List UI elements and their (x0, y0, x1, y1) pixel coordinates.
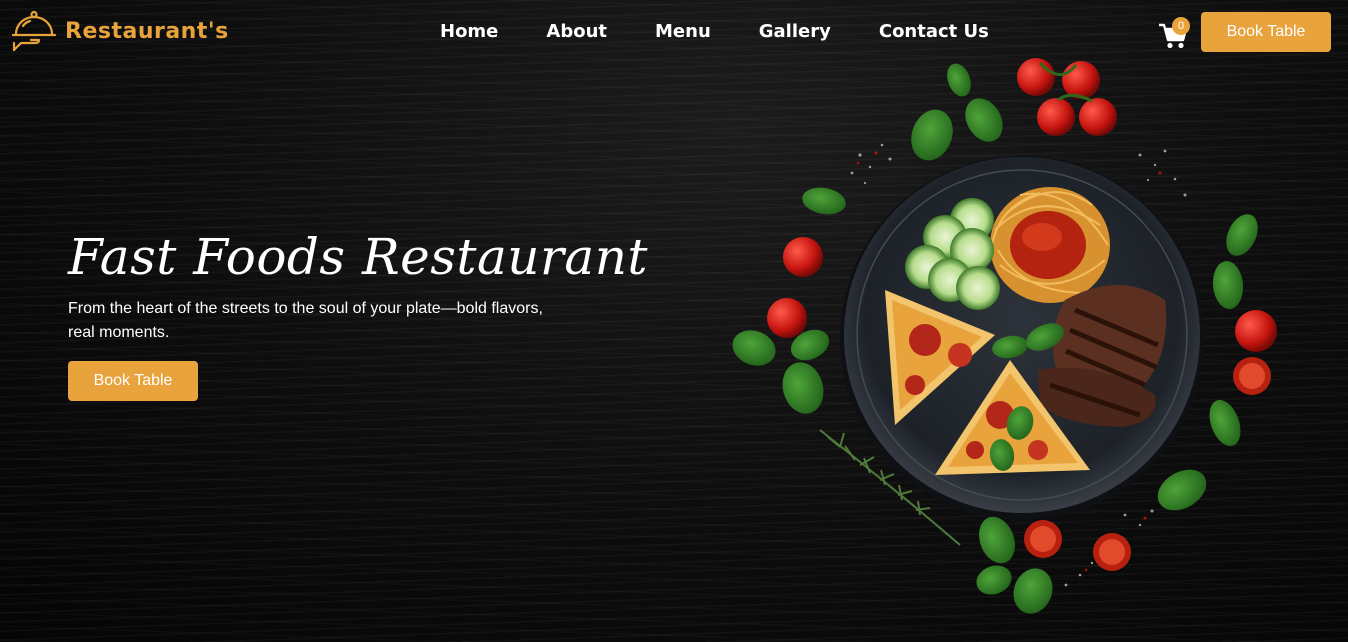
nav-link-menu[interactable]: Menu (655, 21, 711, 42)
main-nav: Home About Menu Gallery Contact Us (440, 21, 989, 42)
hero-subtitle: From the heart of the streets to the sou… (68, 300, 543, 341)
hero-title: Fast Foods Restaurant (68, 228, 648, 286)
nav-link-gallery[interactable]: Gallery (759, 21, 831, 42)
food-plate-image (732, 58, 1277, 614)
serving-cloche-icon (11, 10, 57, 52)
nav-link-about[interactable]: About (546, 21, 607, 42)
book-table-button[interactable]: Book Table (1201, 12, 1331, 52)
nav-link-home[interactable]: Home (440, 21, 498, 42)
brand-name: Restaurant's (65, 18, 229, 44)
hero-book-table-button[interactable]: Book Table (68, 361, 198, 401)
brand-logo[interactable]: Restaurant's (11, 10, 229, 52)
cart-count-badge: 0 (1172, 17, 1190, 35)
nav-link-contact[interactable]: Contact Us (879, 21, 989, 42)
